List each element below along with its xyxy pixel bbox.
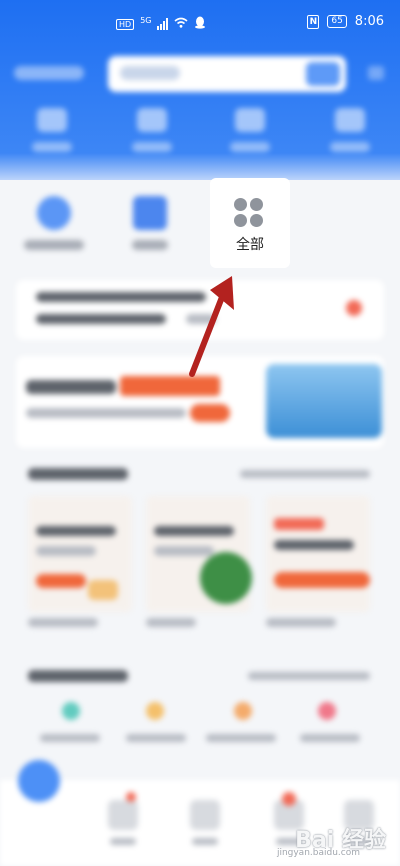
section-title [28, 670, 128, 682]
product-card[interactable] [146, 496, 252, 612]
status-right: N 65 8:06 [307, 14, 384, 29]
bottom-tab[interactable] [190, 800, 220, 830]
notification-dot [282, 792, 296, 806]
watermark-domain: jingyan.baidu.com [276, 848, 360, 858]
annotation-arrow-icon [189, 276, 234, 377]
service-icon[interactable] [146, 702, 164, 720]
quick-entry-icon [37, 196, 71, 230]
notification-dot [126, 792, 136, 802]
header-nav-item[interactable] [124, 108, 180, 164]
all-services-label: 全部 [236, 237, 264, 253]
app-screen: { "status_bar": { "hd": "HD", "network":… [0, 0, 400, 866]
network-label: 5G [140, 15, 152, 25]
service-icon[interactable] [318, 702, 336, 720]
signal-icon [157, 18, 169, 30]
status-indicators: HD 5G [116, 16, 206, 32]
header-nav-item[interactable] [24, 108, 80, 164]
all-services-button[interactable]: 全部 [210, 178, 290, 268]
section-title [28, 468, 128, 480]
section-more-link[interactable] [248, 672, 370, 680]
home-tab[interactable] [18, 760, 60, 802]
quick-entry-icon [133, 196, 167, 230]
banner-illustration [266, 364, 382, 438]
quick-entry[interactable] [18, 196, 90, 250]
hd-badge: HD [116, 18, 135, 30]
search-placeholder [120, 66, 180, 80]
product-card[interactable] [28, 496, 132, 612]
header-nav-item[interactable] [222, 108, 278, 164]
close-icon[interactable] [346, 300, 362, 316]
product-card[interactable] [266, 496, 370, 612]
status-bar: HD 5G N 65 8:06 [0, 0, 400, 44]
battery-icon: 65 [327, 15, 347, 28]
bottom-tab[interactable] [108, 800, 138, 830]
qq-notification-icon [194, 16, 206, 32]
wifi-icon [174, 17, 188, 31]
service-icon[interactable] [62, 702, 80, 720]
clock: 8:06 [354, 14, 384, 29]
location-selector[interactable] [14, 66, 84, 80]
search-button[interactable] [306, 62, 340, 86]
service-icon[interactable] [234, 702, 252, 720]
header-nav-item[interactable] [322, 108, 378, 164]
quick-entry[interactable] [114, 196, 186, 250]
section-more-link[interactable] [240, 470, 370, 478]
grid-icon [234, 198, 264, 228]
menu-icon[interactable] [368, 66, 384, 80]
nfc-icon: N [307, 14, 320, 29]
